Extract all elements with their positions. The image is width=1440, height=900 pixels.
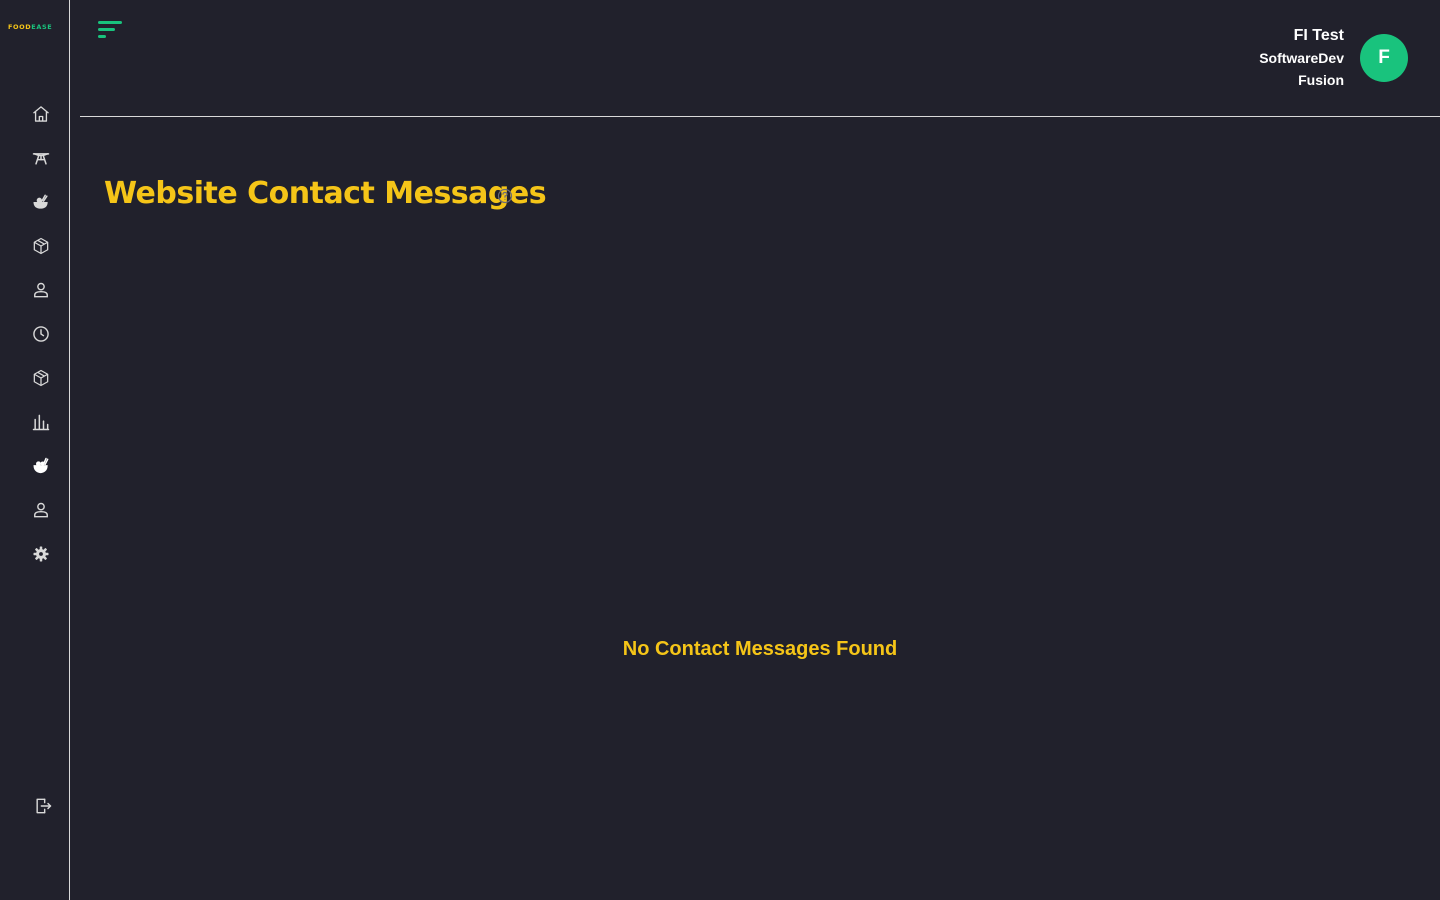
sidebar-item-history[interactable] <box>27 320 55 348</box>
logo-text-food: FOOD <box>8 23 32 31</box>
user-info: FI Test SoftwareDev Fusion <box>1259 25 1344 91</box>
sidebar-item-orders[interactable] <box>27 364 55 392</box>
sidebar: FOODEASE <box>0 0 70 900</box>
sidebar-item-dishes[interactable] <box>27 452 55 480</box>
sidebar-item-tables[interactable] <box>27 144 55 172</box>
user-name: FI Test <box>1293 27 1344 44</box>
sidebar-item-menu[interactable] <box>27 188 55 216</box>
bar-chart-icon <box>32 414 50 431</box>
page-title: Website Contact Messages <box>104 176 547 211</box>
user-icon <box>34 282 48 298</box>
sidebar-item-customers[interactable] <box>27 276 55 304</box>
sidebar-item-reports[interactable] <box>27 408 55 436</box>
menu-toggle-icon[interactable] <box>98 20 124 42</box>
logo-text-ease: EASE <box>31 23 53 31</box>
logout-icon <box>36 798 52 814</box>
help-icon[interactable] <box>497 188 513 204</box>
gear-icon <box>33 546 49 562</box>
food-filled-icon <box>33 457 49 474</box>
clock-icon <box>33 326 49 342</box>
person-icon <box>34 502 48 518</box>
sidebar-item-staff[interactable] <box>27 496 55 524</box>
table-icon <box>32 153 50 165</box>
empty-state-message: No Contact Messages Found <box>622 638 898 660</box>
app-root: FOODEASE FI Test SoftwareDev Fusion F We… <box>0 0 1440 900</box>
home-icon <box>33 106 49 122</box>
user-role: SoftwareDev <box>1259 50 1344 66</box>
sidebar-item-home[interactable] <box>27 100 55 128</box>
app-logo[interactable]: FOODEASE <box>8 22 62 32</box>
sidebar-item-settings[interactable] <box>27 540 55 568</box>
logout-button[interactable] <box>29 792 57 820</box>
avatar[interactable]: F <box>1360 34 1408 82</box>
header-divider <box>80 116 1440 117</box>
user-organization: Fusion <box>1298 72 1344 88</box>
food-icon <box>33 194 48 209</box>
sidebar-item-inventory[interactable] <box>27 232 55 260</box>
package-icon <box>33 369 49 387</box>
box-icon <box>33 237 49 255</box>
